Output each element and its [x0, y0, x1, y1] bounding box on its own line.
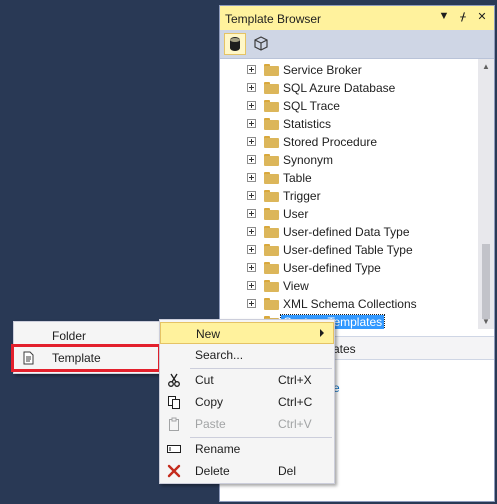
expand-icon[interactable] — [247, 263, 256, 272]
tree-item[interactable]: Trigger — [220, 187, 478, 205]
expand-icon[interactable] — [247, 65, 256, 74]
menu-item-label: Paste — [195, 417, 226, 431]
paste-icon — [166, 416, 182, 432]
pin-icon[interactable]: ᚋ — [457, 10, 469, 23]
copy-icon — [166, 394, 182, 410]
rename-icon — [166, 441, 182, 457]
lower-pane-header-text: ates — [333, 342, 356, 356]
folder-icon — [264, 244, 279, 256]
expand-icon[interactable] — [247, 83, 256, 92]
menu-item-shortcut: Ctrl+V — [278, 417, 312, 431]
menu-item-label: Search... — [195, 348, 244, 362]
tree-item-label: User — [283, 207, 309, 221]
tree-item[interactable]: SQL Azure Database — [220, 79, 478, 97]
expand-icon[interactable] — [247, 101, 256, 110]
tree-item[interactable]: User-defined Table Type — [220, 241, 478, 259]
tree-item-label: Stored Procedure — [283, 135, 378, 149]
highlight-annotation-box — [11, 344, 161, 372]
menu-item-label: Copy — [195, 395, 224, 409]
expand-icon[interactable] — [247, 155, 256, 164]
template-tree: Service Broker SQL Azure Database SQL Trac… — [220, 59, 478, 329]
tree-item-label: Trigger — [283, 189, 321, 203]
folder-icon — [264, 298, 279, 310]
folder-icon — [264, 154, 279, 166]
menu-item-shortcut: Ctrl+C — [278, 395, 313, 409]
folder-icon — [264, 82, 279, 94]
folder-icon — [264, 64, 279, 76]
cube-icon[interactable] — [250, 33, 272, 55]
delete-icon — [166, 463, 182, 479]
tree-item[interactable]: User-defined Type — [220, 259, 478, 277]
folder-icon — [264, 280, 279, 292]
menu-item-cut[interactable]: Cut Ctrl+X — [160, 369, 334, 391]
tree-item-label: Statistics — [283, 117, 332, 131]
folder-icon — [264, 190, 279, 202]
tree-item[interactable]: User — [220, 205, 478, 223]
tree-item[interactable]: View — [220, 277, 478, 295]
tree-item-label: SQL Trace — [283, 99, 340, 113]
panel-title: Template Browser — [225, 12, 322, 26]
expand-icon[interactable] — [247, 227, 256, 236]
folder-icon — [264, 100, 279, 112]
expand-icon[interactable] — [247, 173, 256, 182]
vertical-scrollbar[interactable]: ▲ ▼ — [478, 59, 494, 329]
tree-item[interactable]: Statistics — [220, 115, 478, 133]
menu-item-label: Delete — [195, 464, 230, 478]
tree-item-label: SQL Azure Database — [283, 81, 396, 95]
menu-item-label: Cut — [195, 373, 214, 387]
expand-icon[interactable] — [247, 209, 256, 218]
tree-item[interactable]: Stored Procedure — [220, 133, 478, 151]
folder-icon — [264, 136, 279, 148]
menu-item-label: New — [196, 327, 221, 341]
tree-item[interactable]: Synonym — [220, 151, 478, 169]
submenu-item-label: Folder — [52, 329, 87, 343]
dropdown-icon[interactable]: ▼ — [438, 10, 450, 22]
context-menu: New Search... Cut Ctrl+X Copy Ctrl+C Pas… — [159, 319, 335, 484]
tree-item-label: User-defined Table Type — [283, 243, 413, 257]
folder-icon — [264, 262, 279, 274]
folder-icon — [264, 172, 279, 184]
tree-item[interactable]: Table — [220, 169, 478, 187]
tree-item-label: User-defined Data Type — [283, 225, 410, 239]
folder-icon — [264, 208, 279, 220]
submenu-arrow-icon — [320, 329, 324, 337]
tree-item[interactable]: Service Broker — [220, 61, 478, 79]
panel-titlebar: Template Browser ▼ ᚋ ✕ — [220, 6, 494, 31]
scroll-up-icon[interactable]: ▲ — [482, 62, 490, 71]
menu-item-delete[interactable]: Delete Del — [160, 460, 334, 482]
database-icon[interactable] — [224, 33, 246, 55]
tree-item-label: Service Broker — [283, 63, 362, 77]
expand-icon[interactable] — [247, 281, 256, 290]
scroll-down-icon[interactable]: ▼ — [482, 317, 490, 326]
expand-icon[interactable] — [247, 119, 256, 128]
close-icon[interactable]: ✕ — [476, 10, 488, 23]
menu-item-copy[interactable]: Copy Ctrl+C — [160, 391, 334, 413]
tree-item[interactable]: User-defined Data Type — [220, 223, 478, 241]
folder-icon — [264, 226, 279, 238]
tree-item[interactable]: SQL Trace — [220, 97, 478, 115]
menu-item-label: Rename — [195, 442, 241, 456]
folder-icon — [264, 118, 279, 130]
menu-item-shortcut: Ctrl+X — [278, 373, 312, 387]
tree-item-label: Table — [283, 171, 312, 185]
menu-item-paste[interactable]: Paste Ctrl+V — [160, 413, 334, 435]
tree-item-label: XML Schema Collections — [283, 297, 417, 311]
menu-item-search[interactable]: Search... — [160, 344, 334, 366]
expand-icon[interactable] — [247, 245, 256, 254]
tree-item[interactable]: XML Schema Collections — [220, 295, 478, 313]
expand-icon[interactable] — [247, 137, 256, 146]
scroll-thumb[interactable] — [482, 244, 490, 319]
menu-item-new[interactable]: New — [160, 322, 334, 344]
panel-toolbar — [220, 30, 494, 59]
menu-item-rename[interactable]: Rename — [160, 438, 334, 460]
tree-item-label: User-defined Type — [283, 261, 381, 275]
expand-icon[interactable] — [247, 299, 256, 308]
tree-item-label: View — [283, 279, 309, 293]
menu-item-shortcut: Del — [278, 464, 297, 478]
expand-icon[interactable] — [247, 191, 256, 200]
scissors-icon — [166, 372, 182, 388]
tree-item-label: Synonym — [283, 153, 334, 167]
